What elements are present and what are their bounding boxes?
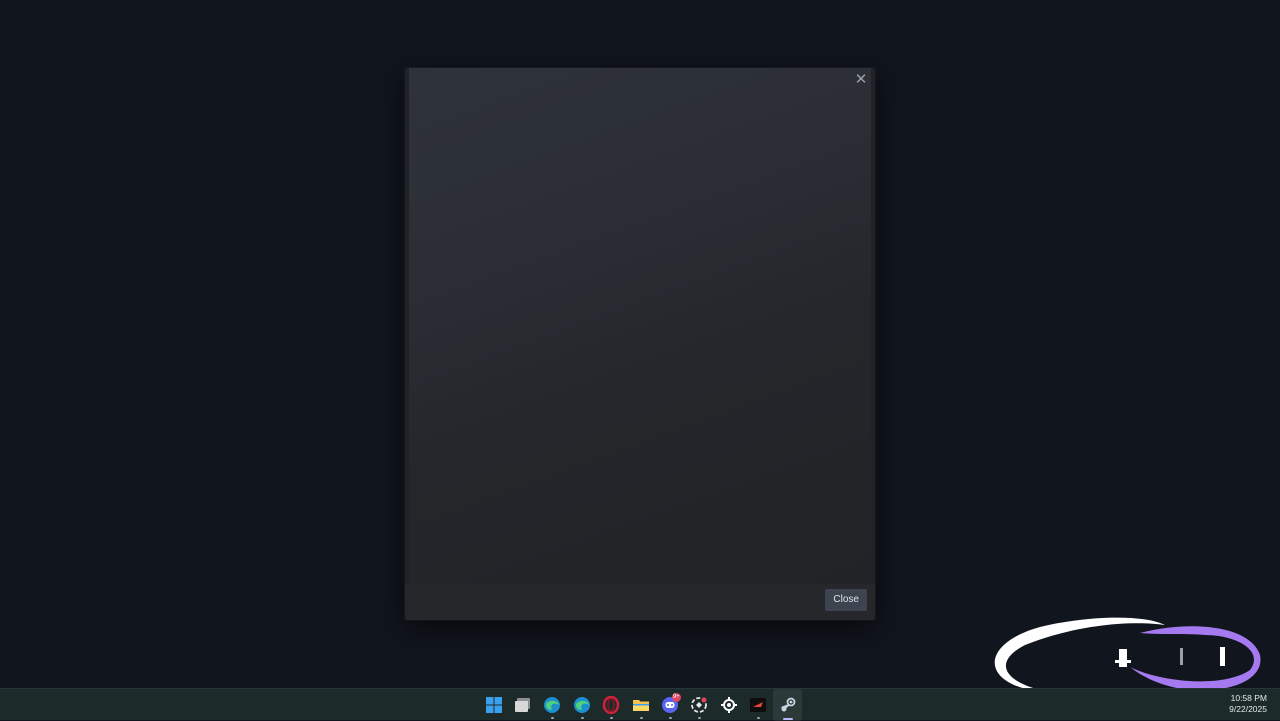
file-explorer-icon bbox=[632, 700, 649, 711]
steelseries-button[interactable] bbox=[714, 689, 743, 721]
dialog-window: ✕ Close bbox=[405, 68, 875, 620]
steelseries-icon bbox=[720, 697, 737, 713]
opera-button[interactable] bbox=[597, 689, 626, 721]
taskbar: 9+ 10:58 PM 9/22/2025 bbox=[0, 688, 1280, 721]
task-view-button[interactable] bbox=[508, 689, 537, 721]
dialog-footer: Close bbox=[405, 584, 875, 620]
running-indicator bbox=[639, 717, 643, 719]
opera-icon bbox=[603, 696, 620, 714]
running-indicator bbox=[551, 717, 555, 719]
app-red-button[interactable] bbox=[744, 689, 773, 721]
close-button[interactable]: Close bbox=[825, 589, 867, 611]
running-indicator bbox=[580, 717, 584, 719]
clock-time: 10:58 PM bbox=[1230, 693, 1267, 703]
edge-icon bbox=[573, 697, 590, 713]
system-clock[interactable]: 10:58 PM 9/22/2025 bbox=[1229, 693, 1267, 715]
edge-button[interactable] bbox=[567, 689, 596, 721]
app-button[interactable] bbox=[685, 689, 714, 721]
app-icon bbox=[691, 697, 708, 713]
running-indicator bbox=[757, 717, 761, 719]
taskbar-icons: 9+ bbox=[479, 689, 803, 721]
running-indicator bbox=[610, 717, 614, 719]
edge-icon bbox=[544, 697, 561, 713]
steam-icon bbox=[780, 697, 795, 712]
task-view-icon bbox=[515, 698, 531, 712]
close-icon[interactable]: ✕ bbox=[851, 70, 871, 90]
file-explorer-button[interactable] bbox=[626, 689, 655, 721]
discord-button[interactable]: 9+ bbox=[655, 689, 684, 721]
clock-date: 9/22/2025 bbox=[1229, 704, 1267, 714]
notification-badge: 9+ bbox=[671, 693, 681, 702]
start-icon bbox=[485, 697, 502, 713]
dialog-content-area bbox=[409, 68, 871, 584]
app-red-icon bbox=[750, 698, 767, 712]
steam-button[interactable] bbox=[772, 689, 803, 721]
edge-button[interactable] bbox=[538, 689, 567, 721]
running-indicator bbox=[698, 717, 702, 719]
running-indicator bbox=[669, 717, 673, 719]
start-button[interactable] bbox=[479, 689, 508, 721]
